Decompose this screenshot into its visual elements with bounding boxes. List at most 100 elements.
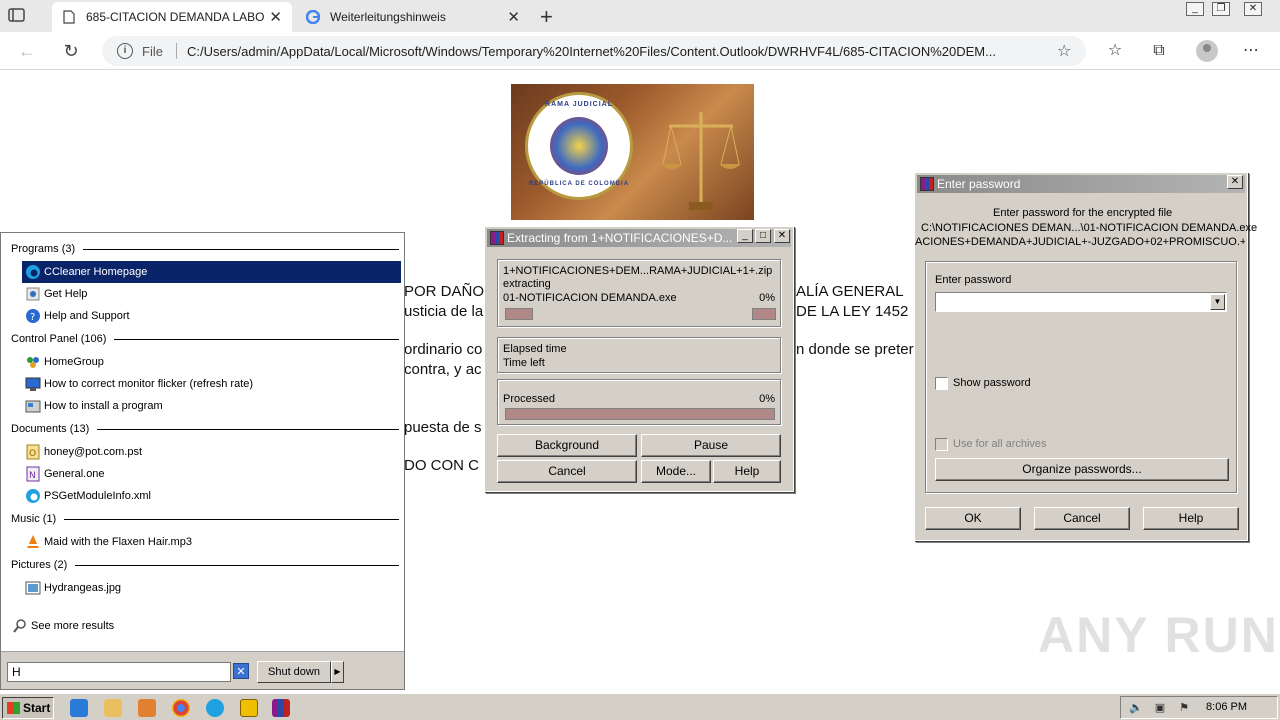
result-psgetmoduleinfo[interactable]: PSGetModuleInfo.xml bbox=[22, 485, 401, 507]
tab-actions-icon[interactable] bbox=[8, 7, 26, 23]
minimize-button[interactable]: _ bbox=[737, 229, 753, 243]
get-help-icon bbox=[26, 287, 40, 301]
help-button[interactable]: Help bbox=[1143, 507, 1239, 530]
result-maid-flaxen-hair[interactable]: Maid with the Flaxen Hair.mp3 bbox=[22, 531, 401, 553]
see-more-results-link[interactable]: See more results bbox=[9, 615, 388, 637]
shutdown-button[interactable]: Shut down bbox=[257, 661, 331, 683]
info-archive-name: ACIONES+DEMANDA+JUDICIAL+-JUZGADO+02+PRO… bbox=[915, 236, 1245, 248]
document-text: usticia de la bbox=[404, 303, 484, 320]
result-hydrangeas[interactable]: Hydrangeas.jpg bbox=[22, 577, 401, 599]
outlook-icon[interactable] bbox=[240, 699, 258, 717]
music-header: Music (1) bbox=[11, 513, 399, 525]
pause-button[interactable]: Pause bbox=[641, 434, 781, 457]
result-help-and-support[interactable]: ? Help and Support bbox=[22, 305, 401, 327]
winrar-icon[interactable] bbox=[272, 699, 290, 717]
onenote-icon: N bbox=[26, 466, 40, 482]
address-separator bbox=[176, 43, 177, 59]
favorites-icon[interactable]: ☆ bbox=[1104, 40, 1126, 62]
more-options-icon[interactable]: ⋯ bbox=[1240, 40, 1262, 62]
result-label: General.one bbox=[44, 468, 105, 480]
chrome-icon[interactable] bbox=[172, 699, 190, 717]
help-button[interactable]: Help bbox=[713, 460, 781, 483]
media-player-icon[interactable] bbox=[138, 699, 156, 717]
start-search-input[interactable]: H bbox=[7, 662, 231, 682]
result-general-one[interactable]: N General.one bbox=[22, 463, 401, 485]
edge-icon[interactable] bbox=[206, 699, 224, 717]
result-get-help[interactable]: Get Help bbox=[22, 283, 401, 305]
background-button[interactable]: Background bbox=[497, 434, 637, 457]
cancel-button[interactable]: Cancel bbox=[1034, 507, 1130, 530]
address-bar[interactable]: i File C:/Users/admin/AppData/Local/Micr… bbox=[102, 36, 1086, 66]
time-group: Elapsed time Time left bbox=[497, 337, 781, 373]
mode-button[interactable]: Mode... bbox=[641, 460, 711, 483]
file-progress-right bbox=[752, 308, 776, 320]
monitor-icon bbox=[25, 377, 41, 391]
elapsed-label: Elapsed time bbox=[503, 343, 567, 355]
tab-citacion[interactable]: 685-CITACION DEMANDA LABO ✕ bbox=[52, 2, 292, 32]
explorer-icon[interactable] bbox=[104, 699, 122, 717]
vlc-icon bbox=[27, 535, 39, 548]
start-button[interactable]: Start bbox=[2, 697, 54, 719]
ok-button[interactable]: OK bbox=[925, 507, 1021, 530]
password-input[interactable]: ▼ bbox=[935, 292, 1227, 312]
window-close-button[interactable]: ✕ bbox=[1244, 2, 1262, 16]
document-text: contra, y ac bbox=[404, 361, 482, 378]
close-button[interactable]: ✕ bbox=[774, 229, 790, 243]
new-tab-button[interactable]: + bbox=[540, 4, 553, 30]
action-center-flag-icon[interactable]: ⚑ bbox=[1177, 701, 1191, 715]
result-install-program[interactable]: How to install a program bbox=[22, 395, 401, 417]
close-icon[interactable]: ✕ bbox=[507, 8, 520, 26]
outlook-data-icon: O bbox=[26, 444, 40, 460]
profile-avatar[interactable] bbox=[1196, 40, 1218, 62]
password-group: Enter password ▼ Show password Use for a… bbox=[925, 261, 1237, 493]
maximize-button[interactable]: □ bbox=[755, 229, 771, 243]
dropdown-arrow-icon[interactable]: ▼ bbox=[1210, 294, 1225, 310]
info-icon[interactable]: i bbox=[117, 43, 133, 59]
image-file-icon bbox=[25, 581, 41, 595]
url-text[interactable]: C:/Users/admin/AppData/Local/Microsoft/W… bbox=[187, 44, 1047, 59]
file-progress-group: 1+NOTIFICACIONES+DEM...RAMA+JUDICIAL+1+.… bbox=[497, 259, 781, 327]
result-honey-pst[interactable]: O honey@pot.com.pst bbox=[22, 441, 401, 463]
svg-text:O: O bbox=[29, 449, 36, 459]
use-for-all-checkbox[interactable] bbox=[935, 438, 948, 451]
refresh-icon[interactable]: ↻ bbox=[60, 40, 82, 62]
control-panel-header: Control Panel (106) bbox=[11, 333, 399, 345]
result-label: Help and Support bbox=[44, 310, 130, 322]
info-file-path: C:\NOTIFICACIONES DEMAN...\01-NOTIFICACI… bbox=[921, 222, 1258, 234]
collections-icon[interactable]: ⧉ bbox=[1148, 40, 1170, 62]
back-icon[interactable]: ← bbox=[16, 40, 38, 62]
result-monitor-flicker[interactable]: How to correct monitor flicker (refresh … bbox=[22, 373, 401, 395]
total-progress-bar bbox=[505, 408, 775, 420]
add-favorite-icon[interactable]: ☆ bbox=[1057, 41, 1071, 61]
result-homegroup[interactable]: HomeGroup bbox=[22, 351, 401, 373]
edge-icon bbox=[26, 489, 40, 503]
processed-label: Processed bbox=[503, 393, 555, 405]
section-label: Programs (3) bbox=[11, 243, 76, 255]
seal-bottom-text: REPÚBLICA DE COLOMBIA bbox=[528, 181, 630, 187]
colombia-seal-icon: RAMA JUDICIAL REPÚBLICA DE COLOMBIA bbox=[525, 92, 633, 200]
ie-icon[interactable] bbox=[70, 699, 88, 717]
google-icon bbox=[305, 9, 321, 25]
close-icon[interactable]: ✕ bbox=[269, 8, 282, 26]
network-icon[interactable]: ▣ bbox=[1153, 701, 1167, 715]
clock[interactable]: 8:06 PM bbox=[1206, 701, 1247, 713]
result-label: Get Help bbox=[44, 288, 88, 300]
restore-button[interactable]: ❐ bbox=[1212, 2, 1230, 16]
file-percent: 0% bbox=[759, 292, 775, 304]
document-text: puesta de s bbox=[404, 419, 482, 436]
show-password-checkbox[interactable] bbox=[935, 377, 948, 390]
result-ccleaner-homepage[interactable]: CCleaner Homepage bbox=[22, 261, 401, 283]
volume-icon[interactable]: 🔈 bbox=[1129, 701, 1143, 715]
close-button[interactable]: ✕ bbox=[1227, 175, 1243, 189]
password-dialog-titlebar[interactable]: Enter password bbox=[917, 175, 1245, 193]
clear-search-icon[interactable]: ✕ bbox=[233, 663, 249, 679]
shutdown-options-arrow-icon[interactable]: ▶ bbox=[331, 661, 344, 683]
processed-percent: 0% bbox=[759, 393, 775, 405]
section-label: Control Panel (106) bbox=[11, 333, 107, 345]
document-text: POR DAÑO bbox=[404, 283, 485, 300]
tab-weiterleitung[interactable]: Weiterleitungshinweis ✕ bbox=[296, 2, 530, 32]
cancel-button[interactable]: Cancel bbox=[497, 460, 637, 483]
coat-of-arms bbox=[550, 117, 608, 175]
minimize-button[interactable]: _ bbox=[1186, 2, 1204, 16]
organize-passwords-button[interactable]: Organize passwords... bbox=[935, 458, 1229, 481]
